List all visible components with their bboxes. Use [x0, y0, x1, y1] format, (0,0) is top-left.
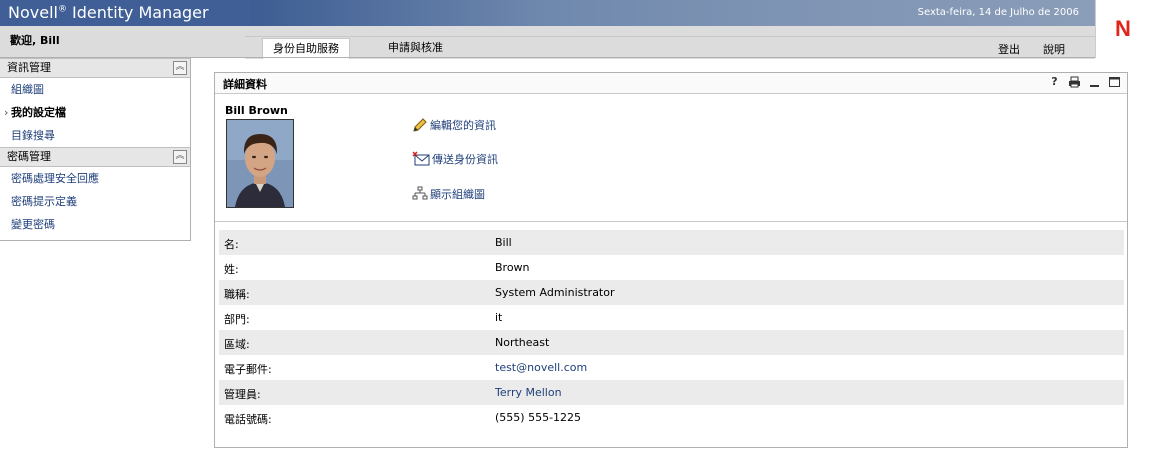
sidebar-item-change-password[interactable]: 變更密碼 — [0, 213, 190, 236]
table-row: 名: Bill — [219, 230, 1124, 255]
sidebar-item-challenge-response[interactable]: 密碼處理安全回應 — [0, 167, 190, 190]
novell-logo: N — [1095, 0, 1152, 58]
field-label: 部門: — [224, 313, 250, 326]
field-label: 姓: — [224, 263, 239, 276]
table-row: 部門: it — [219, 305, 1124, 330]
user-photo — [226, 119, 294, 208]
field-label: 職稱: — [224, 288, 250, 301]
sidebar-section-info-management[interactable]: 資訊管理 ︽ — [0, 58, 190, 78]
table-row: 電話號碼: (555) 555-1225 — [219, 405, 1124, 430]
tab-identity-self-service[interactable]: 身份自助服務 — [262, 38, 350, 59]
field-value: Northeast — [495, 336, 550, 349]
novell-logo-letter: N — [1115, 16, 1131, 41]
field-value: Bill — [495, 236, 512, 249]
nav-bar — [245, 36, 1095, 59]
panel-title: 詳細資料 — [223, 78, 267, 91]
logout-link[interactable]: 登出 — [998, 41, 1020, 57]
help-link[interactable]: 說明 — [1043, 41, 1065, 57]
detail-table: 名: Bill 姓: Brown 職稱: System Administrato… — [219, 230, 1124, 430]
collapse-icon[interactable]: ︽ — [173, 150, 187, 164]
pencil-icon — [413, 118, 427, 132]
send-identity-link[interactable]: 傳送身份資訊 — [412, 151, 498, 167]
org-chart-icon — [412, 186, 428, 200]
app-title: Novell® Identity Manager — [8, 3, 209, 22]
current-date: Sexta-feira, 14 de Julho de 2006 — [917, 7, 1079, 18]
maximize-icon[interactable] — [1108, 75, 1121, 89]
table-row: 職稱: System Administrator — [219, 280, 1124, 305]
collapse-icon[interactable]: ︽ — [173, 61, 187, 75]
show-org-chart-label: 顯示組織圖 — [430, 188, 485, 201]
manager-link[interactable]: Terry Mellon — [495, 386, 562, 399]
table-row: 電子郵件: test@novell.com — [219, 355, 1124, 380]
sidebar-item-password-hint[interactable]: 密碼提示定義 — [0, 190, 190, 213]
table-row: 管理員: Terry Mellon — [219, 380, 1124, 405]
envelope-icon — [412, 151, 430, 166]
field-label: 管理員: — [224, 388, 261, 401]
sidebar-section-title: 資訊管理 — [7, 61, 51, 74]
panel-header: 詳細資料 ? — [215, 73, 1127, 94]
sidebar-item-directory-search[interactable]: 目錄搜尋 — [0, 124, 190, 147]
field-value: System Administrator — [495, 286, 615, 299]
print-icon[interactable] — [1068, 75, 1081, 89]
detail-panel: 詳細資料 ? Bill Brown 編輯您的資訊 傳送身份資訊 顯示組織圖 名:… — [214, 72, 1128, 448]
brand-bar: Novell® Identity Manager — [0, 0, 251, 26]
sidebar-section-password-management[interactable]: 密碼管理 ︽ — [0, 147, 190, 167]
field-label: 區域: — [224, 338, 250, 351]
panel-controls: ? — [1048, 75, 1121, 89]
edit-info-label: 編輯您的資訊 — [430, 119, 496, 132]
header-banner: Sexta-feira, 14 de Julho de 2006 — [251, 0, 1095, 26]
help-icon[interactable]: ? — [1048, 75, 1061, 89]
minimize-icon[interactable] — [1088, 75, 1101, 89]
table-row: 姓: Brown — [219, 255, 1124, 280]
table-row: 區域: Northeast — [219, 330, 1124, 355]
field-value: Brown — [495, 261, 530, 274]
tab-requests-approvals[interactable]: 申請與核准 — [378, 38, 453, 58]
sidebar-section-title: 密碼管理 — [7, 150, 51, 163]
field-label: 名: — [224, 238, 239, 251]
field-value: (555) 555-1225 — [495, 411, 582, 424]
panel-divider — [215, 221, 1127, 222]
field-label: 電子郵件: — [224, 363, 272, 376]
field-value: it — [495, 311, 503, 324]
field-label: 電話號碼: — [224, 413, 272, 426]
user-name: Bill Brown — [225, 104, 288, 117]
sidebar-item-my-profile[interactable]: 我的設定檔 — [0, 101, 190, 124]
edit-info-link[interactable]: 編輯您的資訊 — [412, 117, 496, 133]
app-header: Novell® Identity Manager Sexta-feira, 14… — [0, 0, 1152, 59]
sidebar: 資訊管理 ︽ 組織圖 我的設定檔 目錄搜尋 密碼管理 ︽ 密碼處理安全回應 密碼… — [0, 58, 191, 241]
send-identity-label: 傳送身份資訊 — [432, 153, 498, 166]
email-link[interactable]: test@novell.com — [495, 361, 587, 374]
welcome-message: 歡迎, Bill — [10, 34, 60, 47]
sidebar-item-org-chart[interactable]: 組織圖 — [0, 78, 190, 101]
show-org-chart-link[interactable]: 顯示組織圖 — [412, 186, 485, 202]
